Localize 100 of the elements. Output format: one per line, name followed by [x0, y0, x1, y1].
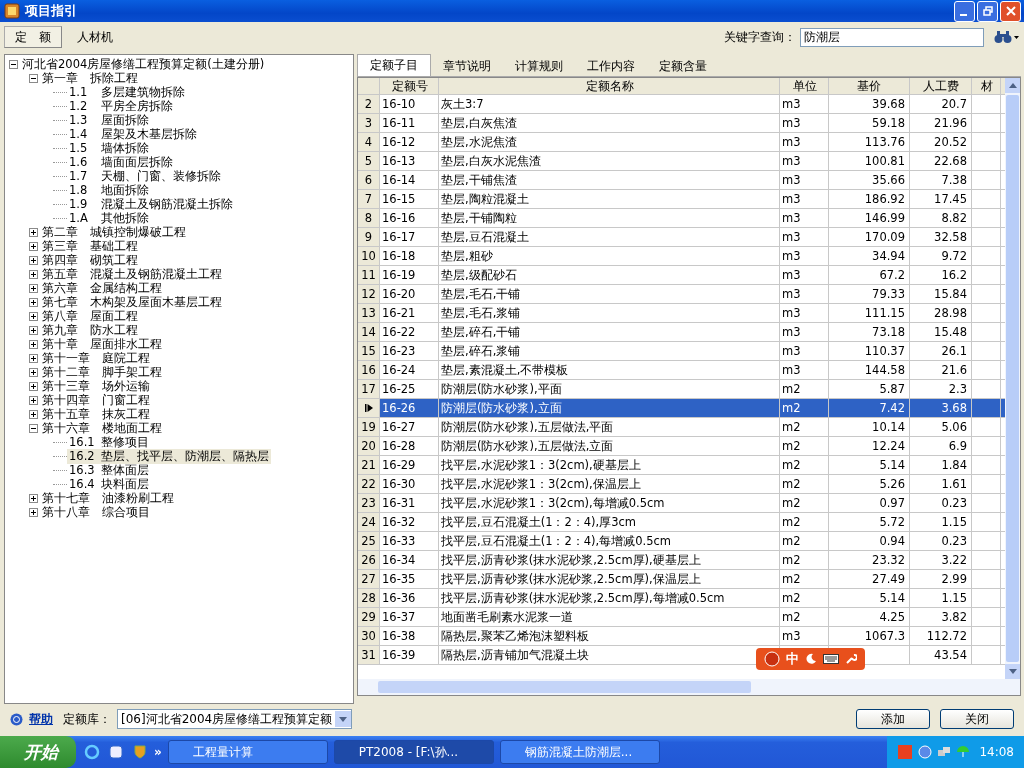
minimize-button[interactable] [954, 0, 975, 22]
more-arrow[interactable]: » [154, 745, 162, 759]
table-cell: 3.82 [910, 608, 972, 626]
tab[interactable]: 工作内容 [575, 56, 647, 76]
table-cell: 2.99 [910, 570, 972, 588]
chapter-item[interactable]: 第十六章 楼地面工程 [42, 420, 162, 436]
tab[interactable]: 计算规则 [503, 56, 575, 76]
expand-icon[interactable] [29, 409, 38, 419]
row-number: 15 [361, 344, 376, 358]
section-item[interactable]: 16.1 整修项目 [67, 434, 151, 450]
table-cell: 39.68 [872, 97, 905, 111]
chapter-item[interactable]: 第十二章 脚手架工程 [42, 364, 162, 380]
expand-icon[interactable] [29, 367, 38, 377]
library-dropdown[interactable]: [06]河北省2004房屋修缮工程预算定额 [117, 709, 353, 729]
expand-icon[interactable] [29, 339, 38, 349]
expand-icon[interactable] [29, 241, 38, 251]
table-cell: m2 [782, 515, 801, 529]
table-cell: m3 [782, 154, 801, 168]
section-item[interactable]: 1.8 地面拆除 [67, 182, 151, 198]
mode-tab[interactable]: 定 额 [4, 26, 62, 48]
dialog-button[interactable]: 关闭 [940, 709, 1014, 729]
section-item[interactable]: 1.9 混凝土及钢筋混凝土拆除 [67, 196, 235, 212]
table-cell: m2 [782, 534, 801, 548]
restore-button[interactable] [977, 0, 998, 22]
section-item[interactable]: 1.6 墙面面层拆除 [67, 154, 175, 170]
taskbar-button[interactable]: 工程量计算 [167, 740, 328, 764]
table-cell: 16-21 [380, 304, 439, 322]
tab[interactable]: 章节说明 [431, 56, 503, 76]
section-item[interactable]: 16.3 整体面层 [67, 462, 151, 478]
mode-tab[interactable]: 人材机 [66, 26, 124, 48]
expand-icon[interactable] [29, 311, 38, 321]
table-cell: m3 [782, 306, 801, 320]
start-button[interactable]: 开始 [0, 736, 76, 768]
vertical-scrollbar[interactable] [1005, 78, 1020, 679]
section-item[interactable]: 1.3 屋面拆除 [67, 112, 151, 128]
chapter-item[interactable]: 第九章 防水工程 [42, 322, 138, 338]
chapter-item[interactable]: 第五章 混凝土及钢筋混凝土工程 [42, 266, 222, 282]
table-cell: 垫层,毛石,浆铺 [439, 304, 780, 322]
expand-icon[interactable] [29, 381, 38, 391]
chapter-item[interactable]: 第十章 屋面排水工程 [42, 336, 162, 352]
chapter-item[interactable]: 第十七章 油漆粉刷工程 [42, 490, 174, 506]
up-arrow-icon[interactable] [1008, 83, 1017, 88]
help-link[interactable]: 帮助 [29, 710, 53, 728]
input-method-toolbar[interactable]: 中 [756, 648, 865, 670]
chapter-item[interactable]: 第十四章 门窗工程 [42, 392, 150, 408]
collapse-icon[interactable] [9, 59, 18, 69]
expand-icon[interactable] [29, 297, 38, 307]
down-arrow-icon[interactable] [1008, 669, 1017, 674]
table-cell: 16-12 [380, 133, 439, 151]
section-item[interactable]: 1.A 其他拆除 [67, 210, 151, 226]
collapse-icon[interactable] [29, 423, 38, 433]
taskbar-button[interactable]: 钢筋混凝土防潮层... [499, 740, 660, 764]
close-button[interactable] [1000, 0, 1021, 22]
section-item[interactable]: 1.7 天棚、门窗、装修拆除 [67, 168, 223, 184]
table-cell: 7.42 [879, 401, 905, 415]
tab[interactable]: 定额含量 [647, 56, 719, 76]
expand-icon[interactable] [29, 395, 38, 405]
expand-icon[interactable] [29, 353, 38, 363]
horizontal-scrollbar[interactable] [358, 679, 1020, 695]
chapter-item[interactable]: 第二章 城镇控制爆破工程 [42, 224, 186, 240]
chapter-item[interactable]: 第十八章 综合项目 [42, 504, 150, 520]
shield-icon[interactable] [132, 744, 148, 760]
expand-icon[interactable] [29, 507, 38, 517]
section-item[interactable]: 16.2 垫层、找平层、防潮层、隔热层 [67, 448, 271, 464]
binoculars-icon[interactable] [994, 30, 1020, 44]
expand-icon[interactable] [29, 255, 38, 265]
table-cell: 垫层,陶粒混凝土 [439, 190, 780, 208]
app-icon[interactable] [108, 744, 124, 760]
taskbar-button[interactable]: PT2008 - [F:\孙... [333, 740, 494, 764]
expand-icon[interactable] [29, 493, 38, 503]
section-item[interactable]: 16.4 块料面层 [67, 476, 151, 492]
chapter-item[interactable]: 第三章 基础工程 [42, 238, 138, 254]
section-item[interactable]: 1.5 墙体拆除 [67, 140, 151, 156]
table-cell: 找平层,水泥砂浆1：3(2cm),保温层上 [439, 475, 780, 493]
chapter-item[interactable]: 第十一章 庭院工程 [42, 350, 150, 366]
table-cell: 灰土3:7 [439, 95, 780, 113]
table-cell: 67.2 [879, 268, 905, 282]
table-cell: 110.37 [864, 344, 905, 358]
dialog-button[interactable]: 添加 [856, 709, 930, 729]
expand-icon[interactable] [29, 283, 38, 293]
row-number: 19 [361, 420, 376, 434]
chapter-item[interactable]: 第七章 木构架及屋面木基层工程 [42, 294, 222, 310]
tab[interactable]: 定额子目 [357, 54, 431, 76]
chapter-item[interactable]: 第一章 拆除工程 [42, 70, 138, 86]
table-cell: 1.15 [910, 513, 972, 531]
chapter-item[interactable]: 第四章 砌筑工程 [42, 252, 138, 268]
collapse-icon[interactable] [29, 73, 38, 83]
expand-icon[interactable] [29, 269, 38, 279]
expand-icon[interactable] [29, 227, 38, 237]
chapter-item[interactable]: 第八章 屋面工程 [42, 308, 138, 324]
dropdown-arrow-icon[interactable] [339, 716, 348, 722]
chapter-item[interactable]: 第十三章 场外运输 [42, 378, 150, 394]
section-item[interactable]: 1.4 屋架及木基层拆除 [67, 126, 199, 142]
chapter-item[interactable]: 第六章 金属结构工程 [42, 280, 162, 296]
section-item[interactable]: 1.1 多层建筑物拆除 [67, 84, 187, 100]
expand-icon[interactable] [29, 325, 38, 335]
section-item[interactable]: 1.2 平房全房拆除 [67, 98, 175, 114]
chapter-item[interactable]: 第十五章 抹灰工程 [42, 406, 150, 422]
tree-root[interactable]: 河北省2004房屋修缮工程预算定额(土建分册) [22, 56, 265, 72]
search-field[interactable]: 防潮层 [800, 27, 984, 47]
